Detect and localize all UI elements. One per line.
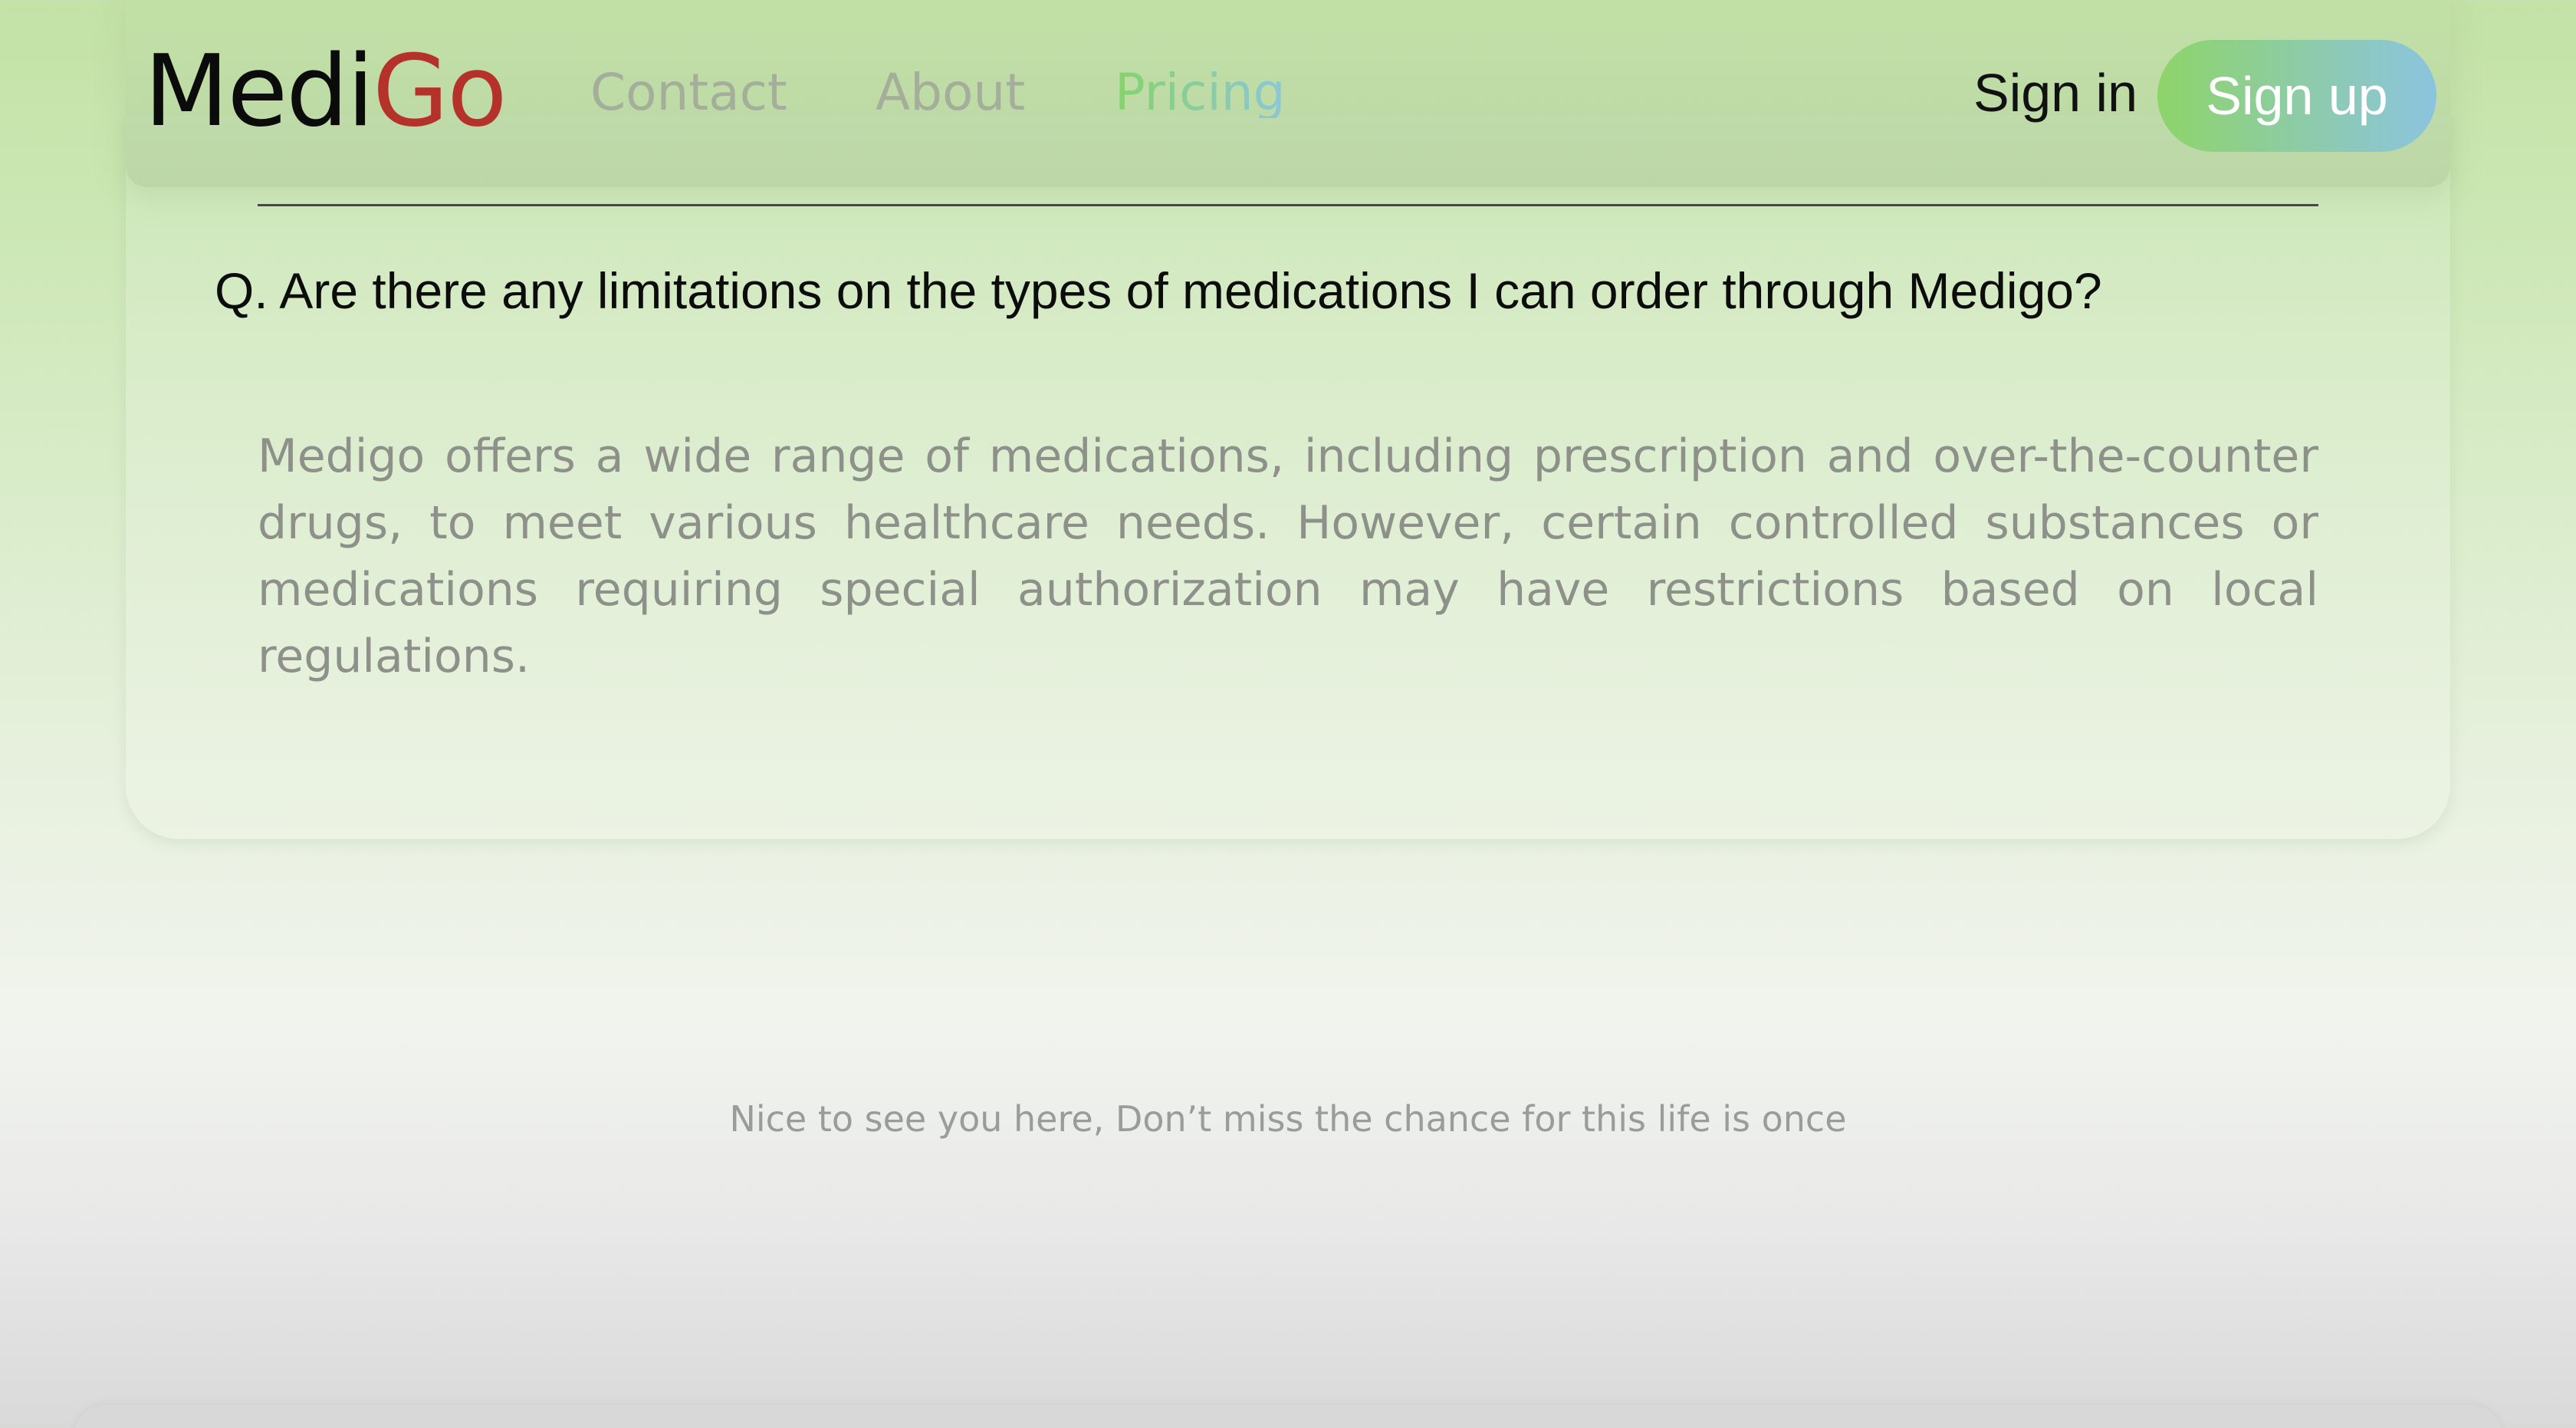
nav-link-about[interactable]: About [876, 67, 1025, 118]
top-navbar: MediGo Contact About Pricing Sign in Sig… [126, 0, 2450, 187]
logo-text-go: Go [373, 35, 507, 149]
nav-link-pricing[interactable]: Pricing [1115, 67, 1285, 118]
sign-up-button[interactable]: Sign up [2157, 40, 2436, 152]
faq-item: Q. Are there any limitations on the type… [126, 115, 2450, 839]
nav-link-contact[interactable]: Contact [590, 67, 787, 118]
bottom-panel [74, 1405, 2502, 1428]
faq-question[interactable]: Q. Are there any limitations on the type… [215, 262, 2102, 321]
sign-in-link[interactable]: Sign in [1973, 66, 2137, 120]
logo[interactable]: MediGo [144, 43, 507, 141]
faq-answer: Medigo offers a wide range of medication… [258, 429, 2318, 683]
footer-tagline: Nice to see you here, Don’t miss the cha… [729, 1098, 1847, 1140]
logo-text-medi: Medi [144, 35, 374, 149]
faq-divider [258, 204, 2318, 206]
